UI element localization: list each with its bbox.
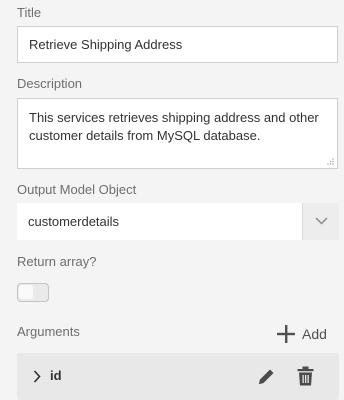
argument-name: id (50, 368, 62, 383)
trash-icon[interactable] (297, 366, 314, 386)
argument-row[interactable]: id (17, 353, 339, 400)
title-input[interactable]: Retrieve Shipping Address (17, 26, 338, 63)
output-model-selected-value: customerdetails (28, 214, 120, 229)
return-array-label: Return array? (17, 254, 97, 269)
title-label: Title (17, 5, 42, 20)
description-textarea[interactable]: This services retrieves shipping address… (17, 98, 338, 169)
arguments-label: Arguments (17, 324, 80, 339)
add-argument-button[interactable]: Add (276, 323, 327, 345)
chevron-down-icon (315, 217, 328, 225)
output-model-label: Output Model Object (17, 182, 137, 197)
plus-icon (277, 325, 295, 343)
output-model-dropdown-button[interactable] (302, 203, 339, 240)
add-argument-label: Add (302, 326, 327, 342)
pencil-icon[interactable] (257, 367, 276, 386)
output-model-select[interactable]: customerdetails (17, 203, 339, 240)
toggle-knob (19, 285, 33, 299)
return-array-toggle[interactable] (17, 283, 49, 302)
description-label: Description (17, 76, 83, 91)
resize-grip-icon[interactable] (327, 158, 334, 165)
description-text: This services retrieves shipping address… (29, 110, 319, 143)
chevron-right-icon[interactable] (33, 370, 41, 383)
